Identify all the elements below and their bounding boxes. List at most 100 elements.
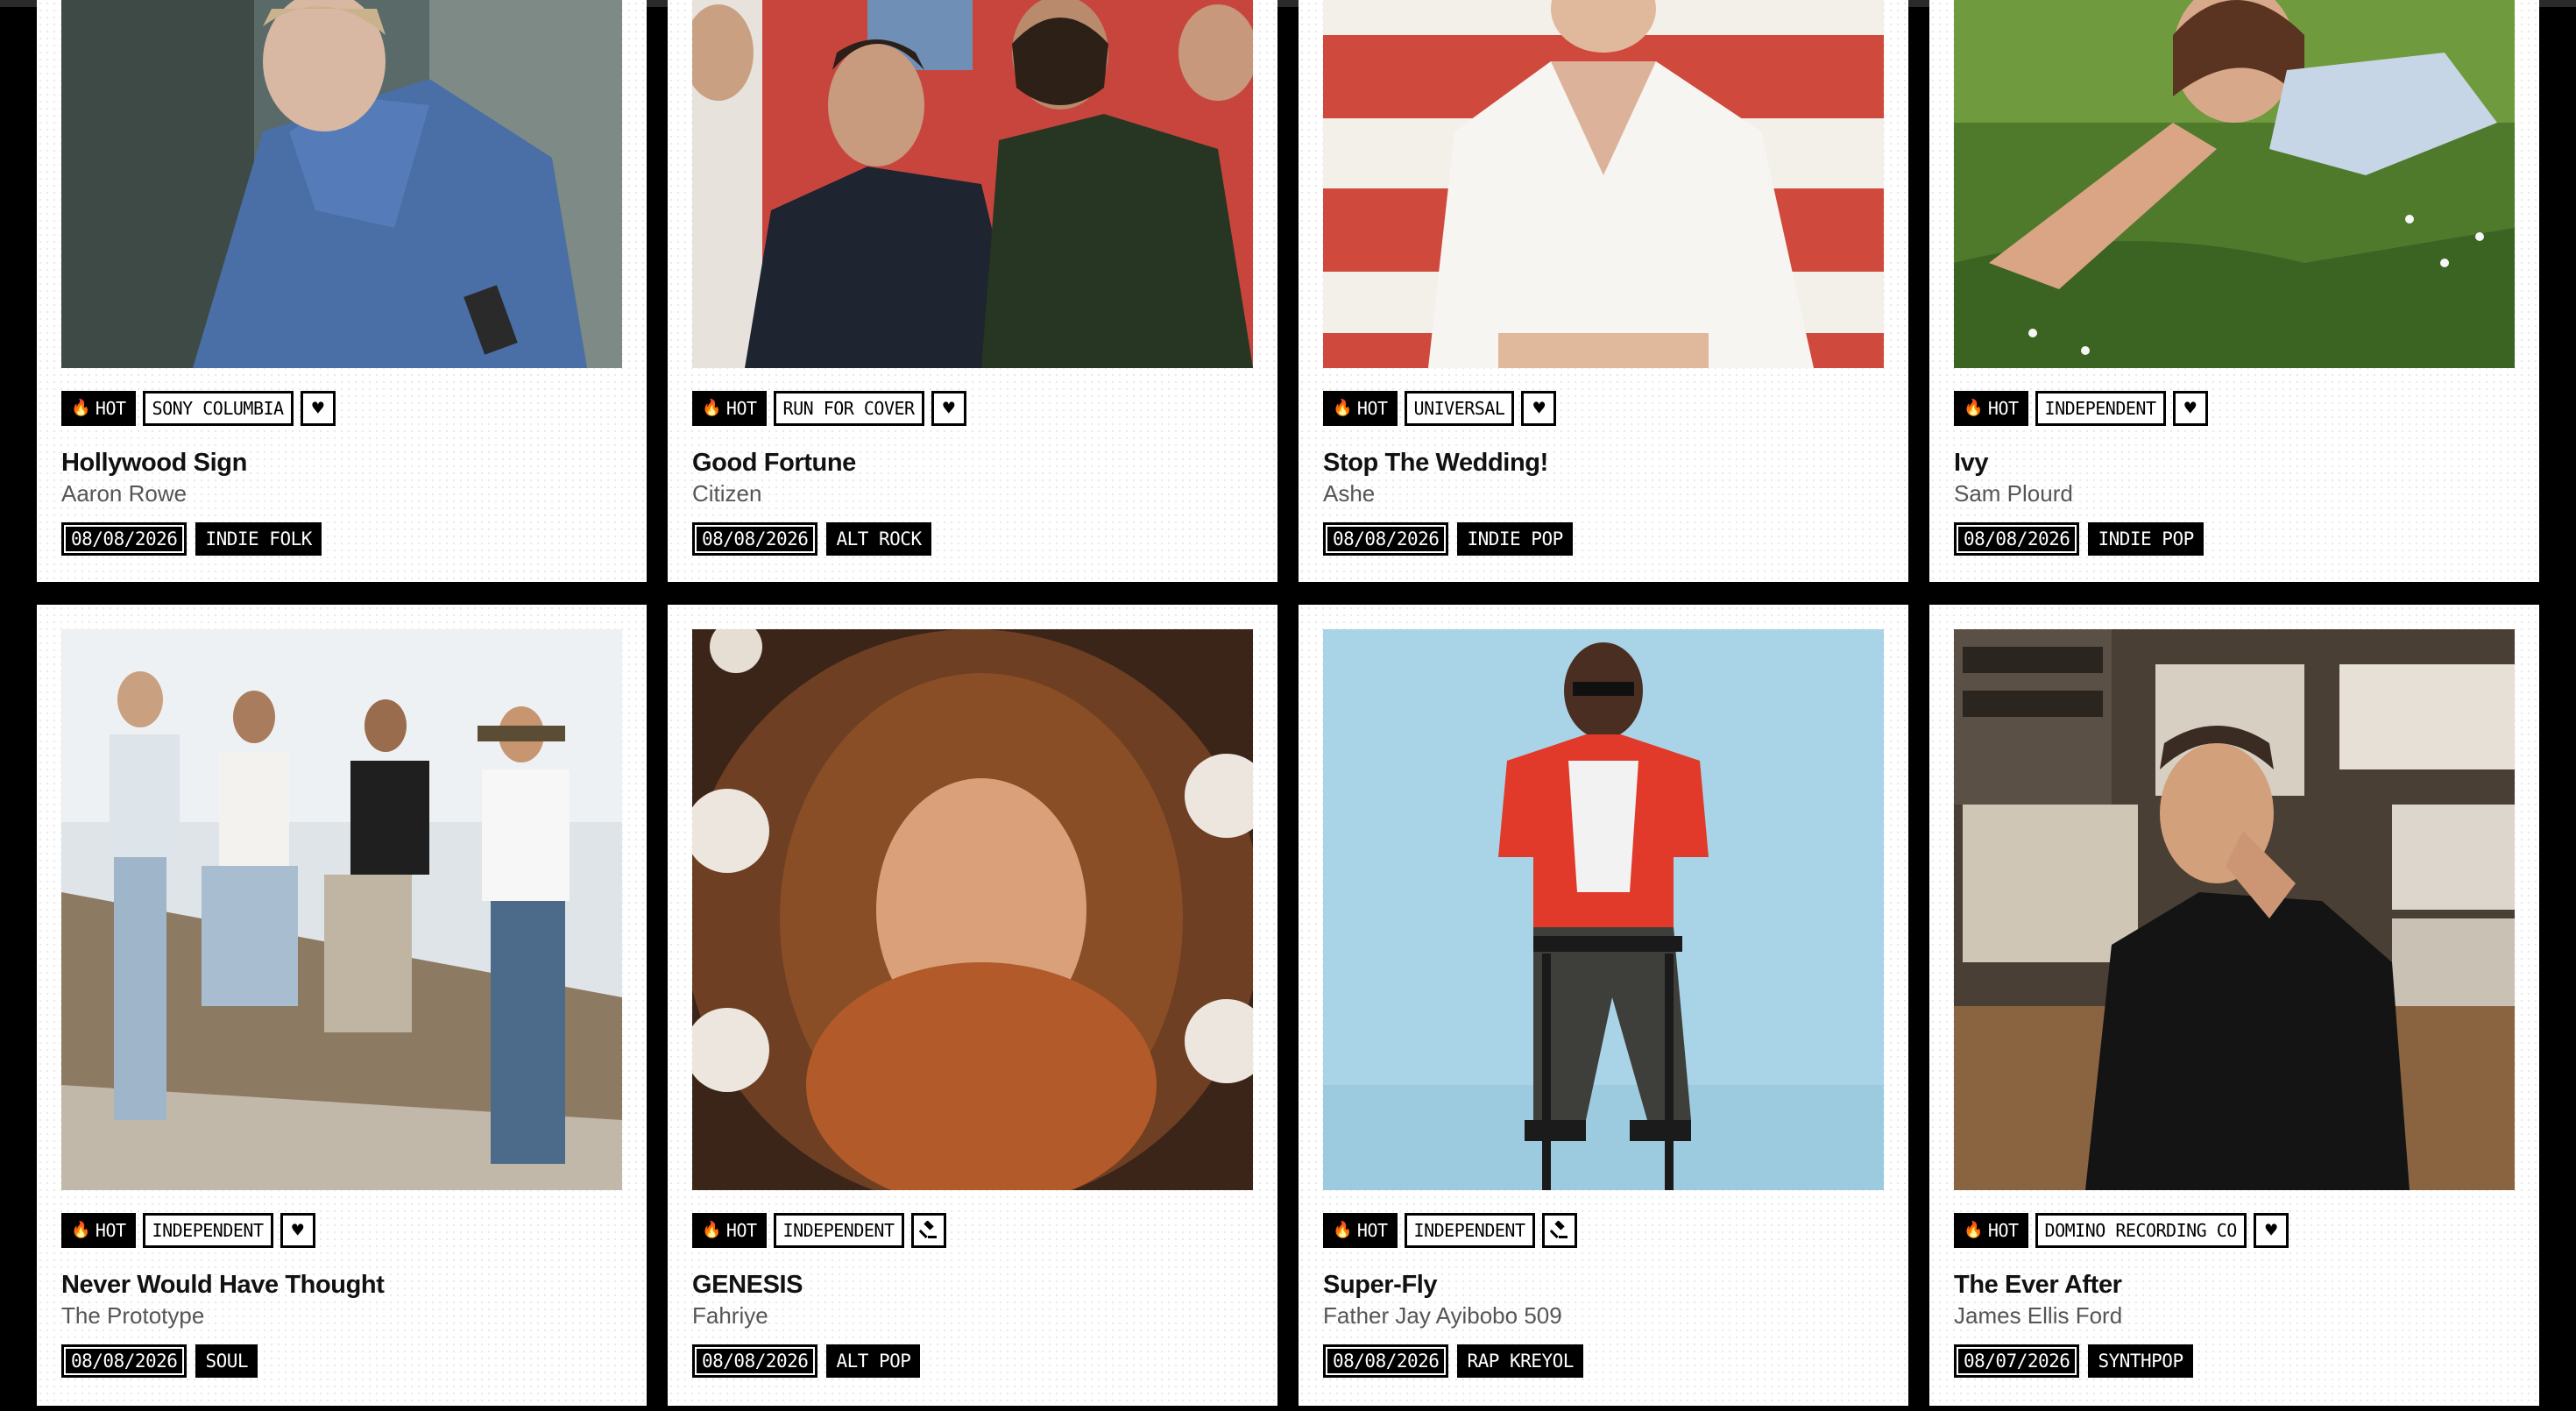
label-tag[interactable]: INDEPENDENT [142,1213,273,1248]
release-meta: 🔥 HOT INDEPENDENT ♥ Never Would Have Thou… [61,1213,622,1378]
tag-row: 🔥 HOT RUN FOR COVER ♥ [692,391,1253,426]
release-card[interactable]: 🔥 HOT DOMINO RECORDING CO ♥ The Ever Afte… [1929,605,2539,1406]
tag-row: 🔥 HOT INDEPENDENT [692,1213,1253,1248]
release-meta: 🔥 HOT SONY COLUMBIA ♥ Hollywood Sign Aaro… [61,391,622,556]
release-date: 08/07/2026 [1954,1344,2080,1378]
heart-icon: ♥ [1533,397,1545,420]
favorite-button[interactable]: ♥ [931,391,966,426]
release-info-row: 08/08/2026 RAP KREYOL [1323,1344,1884,1378]
release-title[interactable]: GENESIS [692,1269,1253,1301]
artist-name[interactable]: Sam Plourd [1954,479,2515,508]
favorite-button[interactable]: ♥ [300,391,336,426]
genre-tag[interactable]: INDIE FOLK [195,522,322,556]
release-card[interactable]: 🔥 HOT UNIVERSAL ♥ Stop The Wedding! Ashe … [1299,0,1908,582]
genre-tag[interactable]: INDIE POP [1457,522,1573,556]
release-cover-image[interactable] [1323,0,1884,368]
release-title[interactable]: Good Fortune [692,447,1253,479]
label-tag[interactable]: SONY COLUMBIA [142,391,294,426]
release-date: 08/08/2026 [1323,1344,1449,1378]
flame-icon: 🔥 [1333,399,1352,417]
release-meta: 🔥 HOT RUN FOR COVER ♥ Good Fortune Citize… [692,391,1253,556]
release-title[interactable]: Super-Fly [1323,1269,1884,1301]
tag-row: 🔥 HOT INDEPENDENT [1323,1213,1884,1248]
genre-tag[interactable]: INDIE POP [2088,522,2204,556]
release-title[interactable]: Stop The Wedding! [1323,447,1884,479]
release-date: 08/08/2026 [692,522,818,556]
gavel-icon [1549,1221,1568,1238]
genre-tag[interactable]: ALT ROCK [826,522,931,556]
release-title[interactable]: Never Would Have Thought [61,1269,622,1301]
heart-icon: ♥ [943,397,954,420]
artist-name[interactable]: Aaron Rowe [61,479,622,508]
release-title[interactable]: Ivy [1954,447,2515,479]
release-card[interactable]: 🔥 HOT SONY COLUMBIA ♥ Hollywood Sign Aaro… [37,0,647,582]
release-meta: 🔥 HOT UNIVERSAL ♥ Stop The Wedding! Ashe … [1323,391,1884,556]
heart-icon: ♥ [2265,1219,2277,1242]
flame-icon: 🔥 [702,1221,721,1239]
genre-tag[interactable]: RAP KREYOL [1457,1344,1583,1378]
favorite-button[interactable]: ♥ [2253,1213,2289,1248]
artist-name[interactable]: James Ellis Ford [1954,1301,2515,1330]
tag-row: 🔥 HOT SONY COLUMBIA ♥ [61,391,622,426]
release-date: 08/08/2026 [61,1344,188,1378]
hot-badge: 🔥 HOT [1323,391,1398,426]
label-tag[interactable]: INDEPENDENT [2035,391,2166,426]
release-cover-image[interactable] [692,0,1253,368]
tag-row: 🔥 HOT INDEPENDENT ♥ [1954,391,2515,426]
artist-name[interactable]: Ashe [1323,479,1884,508]
genre-tag[interactable]: SOUL [195,1344,258,1378]
label-tag[interactable]: UNIVERSAL [1404,391,1515,426]
bid-button[interactable] [1541,1213,1577,1248]
flame-icon: 🔥 [1333,1221,1352,1239]
favorite-button[interactable]: ♥ [1521,391,1557,426]
release-cover-image[interactable] [1954,629,2515,1190]
release-info-row: 08/08/2026 INDIE FOLK [61,522,622,556]
label-tag[interactable]: DOMINO RECORDING CO [2035,1213,2247,1248]
release-info-row: 08/08/2026 ALT ROCK [692,522,1253,556]
flame-icon: 🔥 [1964,399,1983,417]
label-tag[interactable]: INDEPENDENT [773,1213,904,1248]
artist-name[interactable]: Father Jay Ayibobo 509 [1323,1301,1884,1330]
flame-icon: 🔥 [702,399,721,417]
favorite-button[interactable]: ♥ [280,1213,315,1248]
release-info-row: 08/08/2026 INDIE POP [1954,522,2515,556]
heart-icon: ♥ [2184,397,2196,420]
release-card[interactable]: 🔥 HOT INDEPENDENT ♥ Never Would Have Thou… [37,605,647,1406]
genre-tag[interactable]: ALT POP [826,1344,921,1378]
genre-tag[interactable]: SYNTHPOP [2088,1344,2193,1378]
bid-button[interactable] [910,1213,946,1248]
release-cover-image[interactable] [692,629,1253,1190]
release-title[interactable]: Hollywood Sign [61,447,622,479]
favorite-button[interactable]: ♥ [2172,391,2208,426]
artist-name[interactable]: The Prototype [61,1301,622,1330]
hot-badge: 🔥 HOT [1954,391,2028,426]
release-title[interactable]: The Ever After [1954,1269,2515,1301]
release-date: 08/08/2026 [61,522,188,556]
release-info-row: 08/08/2026 ALT POP [692,1344,1253,1378]
release-cover-image[interactable] [1954,0,2515,368]
hot-badge: 🔥 HOT [1323,1213,1398,1248]
hot-badge: 🔥 HOT [61,391,136,426]
release-info-row: 08/08/2026 INDIE POP [1323,522,1884,556]
artist-name[interactable]: Fahriye [692,1301,1253,1330]
release-card[interactable]: 🔥 HOT INDEPENDENT Super-Fly Father Jay Ay… [1299,605,1908,1406]
heart-icon: ♥ [292,1219,303,1242]
release-card[interactable]: 🔥 HOT RUN FOR COVER ♥ Good Fortune Citize… [668,0,1277,582]
release-grid: 🔥 HOT SONY COLUMBIA ♥ Hollywood Sign Aaro… [37,0,2539,1406]
release-card[interactable]: 🔥 HOT INDEPENDENT ♥ Ivy Sam Plourd 08/08/… [1929,0,2539,582]
release-meta: 🔥 HOT INDEPENDENT Super-Fly Father Jay Ay… [1323,1213,1884,1378]
label-tag[interactable]: RUN FOR COVER [773,391,924,426]
flame-icon: 🔥 [71,399,90,417]
release-cover-image[interactable] [61,0,622,368]
label-tag[interactable]: INDEPENDENT [1404,1213,1535,1248]
hot-badge: 🔥 HOT [692,391,767,426]
release-card[interactable]: 🔥 HOT INDEPENDENT GENESIS Fahriye 08/08/2… [668,605,1277,1406]
heart-icon: ♥ [312,397,323,420]
release-cover-image[interactable] [1323,629,1884,1190]
tag-row: 🔥 HOT DOMINO RECORDING CO ♥ [1954,1213,2515,1248]
artist-name[interactable]: Citizen [692,479,1253,508]
release-meta: 🔥 HOT INDEPENDENT ♥ Ivy Sam Plourd 08/08/… [1954,391,2515,556]
release-cover-image[interactable] [61,629,622,1190]
hot-badge: 🔥 HOT [61,1213,136,1248]
hot-badge: 🔥 HOT [692,1213,767,1248]
